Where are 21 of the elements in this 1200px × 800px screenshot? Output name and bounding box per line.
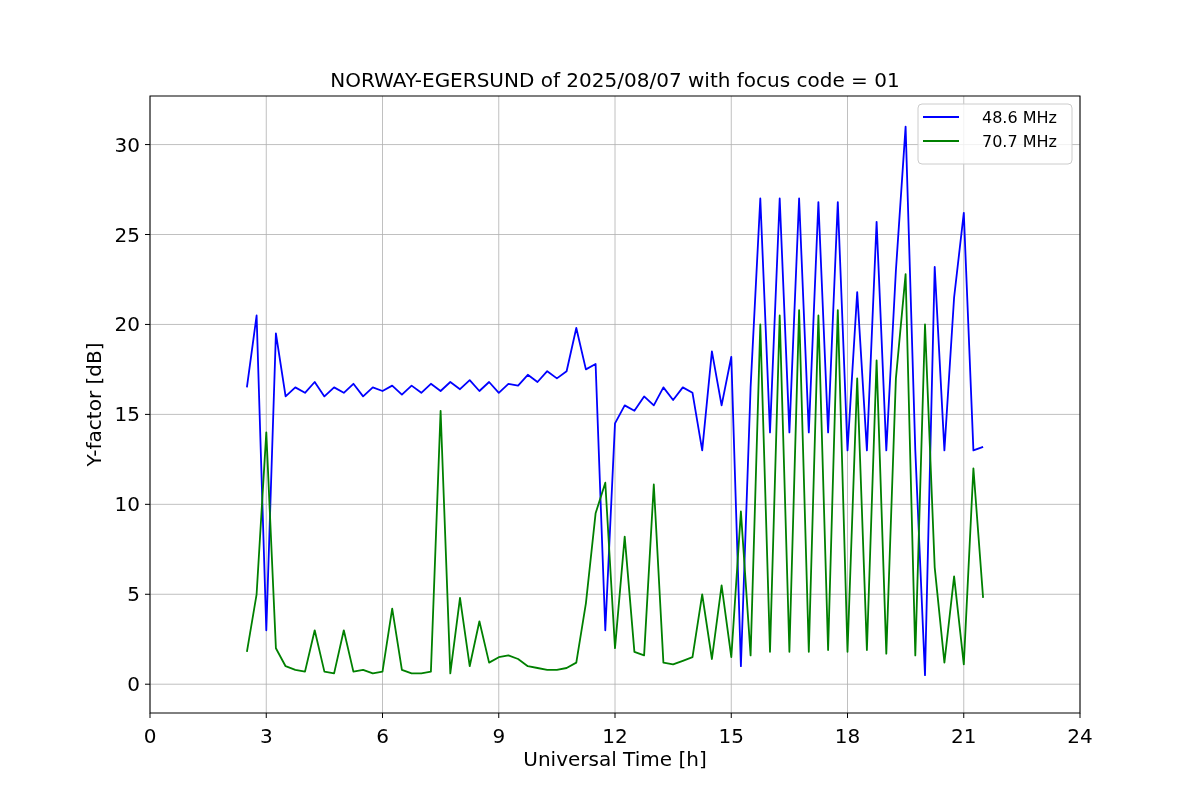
y-tick-label: 25 [114,222,140,247]
x-tick-label: 15 [718,724,744,748]
y-tick-label: 0 [127,672,140,697]
y-tick-label: 30 [114,132,140,157]
legend-label: 70.7 MHz [982,132,1057,151]
legend-label: 48.6 MHz [982,108,1057,127]
x-tick-label: 12 [602,724,628,748]
chart-title: NORWAY-EGERSUND of 2025/08/07 with focus code = 01 [330,68,900,92]
y-tick-label: 20 [114,312,140,337]
x-tick-label: 18 [834,724,861,748]
x-tick-label: 9 [492,724,506,748]
x-tick-label: 24 [1067,724,1093,748]
y-tick-label: 10 [114,492,140,517]
x-tick-label: 0 [143,724,157,748]
y-tick-label: 5 [127,582,140,607]
x-tick-label: 21 [951,724,977,748]
x-axis-label: Universal Time [h] [523,747,707,771]
y-tick-label: 15 [114,402,140,427]
y-axis-label: Y-factor [dB] [82,342,106,467]
x-tick-label: 3 [259,724,273,748]
x-tick-label: 6 [376,724,389,748]
